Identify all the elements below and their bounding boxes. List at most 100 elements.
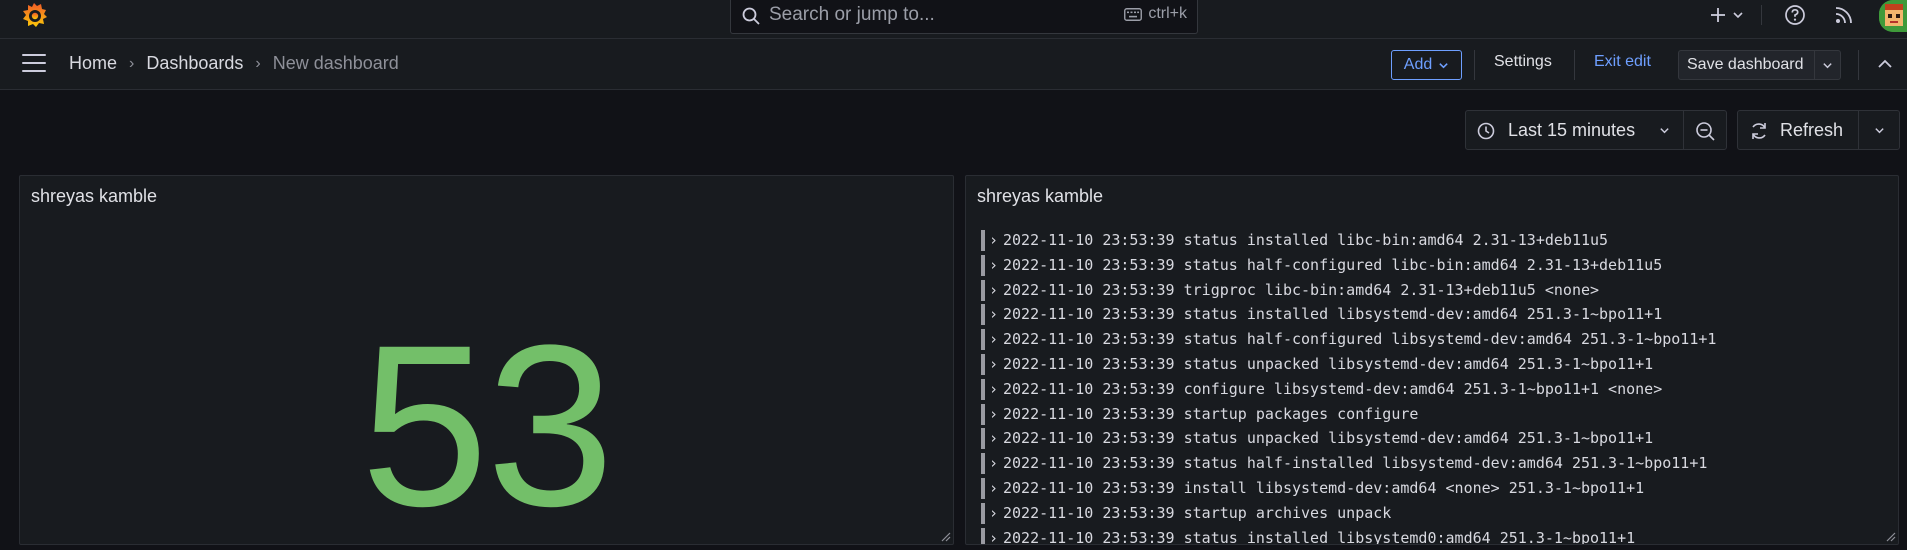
log-line-text: 2022-11-10 23:53:39 status half-configur… [1003,255,1663,274]
log-line-text: 2022-11-10 23:53:39 startup packages con… [1003,404,1419,423]
log-row[interactable]: › 2022-11-10 23:53:39 status half-configu… [981,253,1888,278]
log-row[interactable]: › 2022-11-10 23:53:39 trigproc libc-bin:a… [981,278,1888,303]
panel-title[interactable]: shreyas kamble [31,186,157,207]
chevron-down-icon [1823,62,1832,68]
search-shortcut: ctrl+k [1124,5,1187,23]
search-icon [742,7,760,25]
chevron-down-icon [1733,12,1743,19]
log-level-bar [981,304,985,326]
chevron-right-icon[interactable]: › [989,302,999,327]
zoom-out-icon [1696,122,1715,141]
divider [1858,50,1859,80]
exit-edit-button[interactable]: Exit edit [1594,53,1651,71]
dashboard-navbar: Home › Dashboards › New dashboard Add Se… [0,39,1907,90]
search-input[interactable]: Search or jump to... [769,4,935,26]
chevron-right-icon[interactable]: › [989,451,999,476]
chevron-right-icon[interactable]: › [989,352,999,377]
log-level-bar [981,453,985,475]
help-icon [1785,5,1805,25]
log-level-bar [981,230,985,251]
refresh-interval-picker[interactable] [1858,110,1900,150]
grafana-logo-icon[interactable] [19,1,49,31]
log-row[interactable]: › 2022-11-10 23:53:39 status unpacked lib… [981,426,1888,451]
resize-handle-icon[interactable] [939,530,951,542]
add-button-label: Add [1403,56,1433,73]
avatar-image [1879,0,1907,32]
add-button[interactable]: Add [1391,50,1462,80]
chevron-right-icon[interactable]: › [989,228,999,253]
refresh-label: Refresh [1780,120,1844,140]
news-button[interactable] [1832,3,1856,27]
log-row[interactable]: › 2022-11-10 23:53:39 status installed li… [981,228,1888,253]
log-level-bar [981,254,985,276]
log-line-text: 2022-11-10 23:53:39 trigproc libc-bin:am… [1003,280,1600,299]
search-bar[interactable]: Search or jump to... ctrl+k [730,0,1198,34]
time-range-picker[interactable]: Last 15 minutes [1465,110,1684,150]
log-row[interactable]: › 2022-11-10 23:53:39 status half-configu… [981,327,1888,352]
log-line-text: 2022-11-10 23:53:39 startup archives unp… [1003,503,1392,522]
avatar[interactable] [1879,0,1907,32]
rss-icon [1835,7,1852,24]
log-line-text: 2022-11-10 23:53:39 install libsystemd-d… [1003,478,1645,497]
save-dashboard-button[interactable]: Save dashboard [1678,50,1841,80]
panel-title[interactable]: shreyas kamble [977,186,1103,207]
save-options-button[interactable] [1814,51,1840,79]
chevron-down-icon [1660,128,1669,134]
stat-panel[interactable]: shreyas kamble 53 [19,175,954,545]
log-level-bar [981,527,985,544]
divider [1474,50,1475,80]
chevron-right-icon[interactable]: › [989,377,999,402]
resize-handle-icon[interactable] [1884,530,1896,542]
log-row[interactable]: › 2022-11-10 23:53:39 startup packages co… [981,402,1888,427]
refresh-icon [1752,123,1766,139]
log-line-text: 2022-11-10 23:53:39 status installed lib… [1003,528,1636,545]
hamburger-icon[interactable] [22,54,46,74]
log-level-bar [981,428,985,450]
chevron-right-icon[interactable]: › [989,526,999,544]
chevron-right-icon[interactable]: › [989,476,999,501]
log-row[interactable]: › 2022-11-10 23:53:39 status half-install… [981,451,1888,476]
log-row[interactable]: › 2022-11-10 23:53:39 status unpacked lib… [981,352,1888,377]
zoom-out-button[interactable] [1683,110,1727,150]
keyboard-icon [1124,7,1143,21]
log-line-text: 2022-11-10 23:53:39 status unpacked libs… [1003,354,1654,373]
help-button[interactable] [1783,3,1807,27]
log-line-text: 2022-11-10 23:53:39 status installed lib… [1003,305,1663,324]
divider [1574,50,1575,80]
chevron-right-icon[interactable]: › [989,426,999,451]
chevron-right-icon[interactable]: › [989,278,999,303]
log-level-bar [981,279,985,301]
breadcrumb-dashboards[interactable]: Dashboards [146,53,243,74]
chevron-right-icon[interactable]: › [989,501,999,526]
log-row[interactable]: › 2022-11-10 23:53:39 install libsystemd-… [981,476,1888,501]
log-row[interactable]: › 2022-11-10 23:53:39 configure libsystem… [981,377,1888,402]
time-range-label: Last 15 minutes [1508,120,1636,140]
log-level-bar [981,502,985,524]
refresh-button[interactable]: Refresh [1737,110,1859,150]
chevron-down-icon [1875,128,1884,134]
settings-button[interactable]: Settings [1494,53,1552,71]
chevron-right-icon[interactable]: › [989,253,999,278]
log-level-bar [981,378,985,400]
divider [1761,5,1762,25]
breadcrumb-home[interactable]: Home [69,53,117,74]
log-row[interactable]: › 2022-11-10 23:53:39 startup archives un… [981,501,1888,526]
new-menu-button[interactable] [1706,3,1746,27]
log-row[interactable]: › 2022-11-10 23:53:39 status installed li… [981,526,1888,545]
log-line-text: 2022-11-10 23:53:39 status half-configur… [1003,330,1717,349]
log-level-bar [981,477,985,499]
logs-panel[interactable]: shreyas kamble › 2022-11-10 23:53:39 stat… [965,175,1899,545]
chevron-right-icon: › [255,54,261,72]
chevron-right-icon[interactable]: › [989,402,999,427]
chevron-right-icon[interactable]: › [989,327,999,352]
chevron-up-icon[interactable] [1877,57,1893,71]
log-level-bar [981,329,985,351]
save-dashboard-label: Save dashboard [1687,56,1804,73]
log-list: › 2022-11-10 23:53:39 status installed li… [981,228,1888,544]
breadcrumb: Home › Dashboards › New dashboard [69,53,399,74]
log-line-text: 2022-11-10 23:53:39 status unpacked libs… [1003,429,1654,448]
top-bar: Search or jump to... ctrl+k [0,0,1907,39]
log-line-text: 2022-11-10 23:53:39 status half-installe… [1003,454,1708,473]
clock-icon [1477,122,1495,140]
log-row[interactable]: › 2022-11-10 23:53:39 status installed li… [981,302,1888,327]
